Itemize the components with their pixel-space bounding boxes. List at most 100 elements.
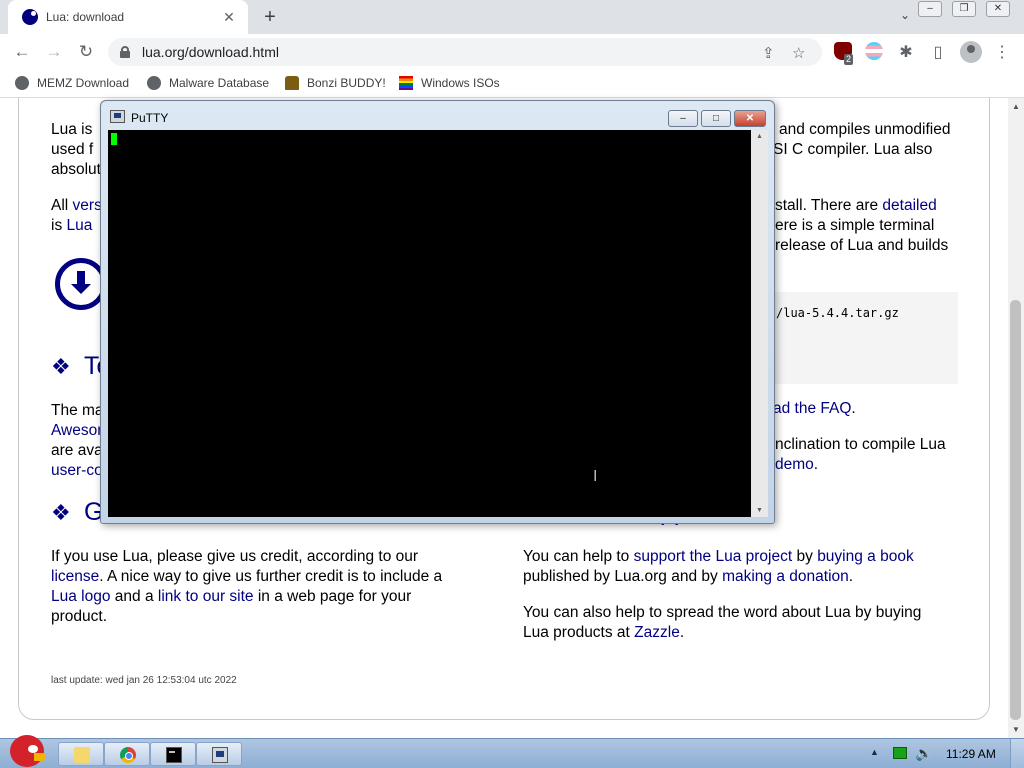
scrollbar-thumb[interactable] [1010,300,1021,720]
browser-close-button[interactable]: ✕ [986,1,1010,17]
side-panel-icon[interactable]: ▯ [928,42,948,62]
awesome-lua-link[interactable]: Awesor [51,421,102,441]
putty-minimize-button[interactable]: – [668,110,698,127]
intro-paragraph-line: absolut [51,161,101,178]
bookmark-label: Windows ISOs [421,76,500,90]
text-fragment: . [813,456,819,473]
start-button[interactable] [4,731,50,768]
putty-window-title: PuTTY [131,111,169,125]
text-fragment: Lua is [51,121,93,138]
browser-minimize-button[interactable]: – [918,1,942,17]
text-fragment: All [51,197,69,214]
taskbar-cmd-button[interactable] [150,742,196,766]
text-fragment: is [51,217,63,234]
bookmark-memz-download[interactable]: MEMZ Download [15,76,129,90]
menu-kebab-icon[interactable]: ⋮ [992,42,1012,62]
angry-bird-start-icon [10,735,44,767]
user-contributed-link[interactable]: user-co [51,461,103,481]
browser-tab-lua-download[interactable]: Lua: download ✕ [8,0,248,34]
trans-flag-extension-icon[interactable] [865,42,883,60]
page-scrollbar[interactable]: ▲ ▼ [1008,98,1024,738]
versions-link[interactable]: vers [73,197,102,214]
browser-restore-button[interactable]: ❐ [952,1,976,17]
faq-link[interactable]: ad the FAQ [773,400,851,417]
text-fragment: in a web page for your [257,588,412,605]
bookmarks-bar: MEMZ Download Malware Database Bonzi BUD… [0,70,1024,98]
text-fragment: . [679,624,685,641]
taskbar-explorer-button[interactable] [58,742,104,766]
lua-link[interactable]: Lua [67,217,93,234]
versions-paragraph-line: stall. There are detailed [775,196,937,216]
scroll-down-arrow-icon[interactable]: ▼ [1012,725,1020,734]
bird-beak [34,753,46,761]
taskbar-chrome-button[interactable] [104,742,150,766]
lua-logo-link[interactable]: Lua logo [51,588,110,605]
text-fragment: . [848,568,854,585]
terminal-scrollbar[interactable]: ▲ ▼ [751,130,768,517]
network-icon[interactable] [893,747,907,759]
last-update-footer: last update: wed jan 26 12:53:04 utc 202… [51,675,237,686]
forward-arrow-icon[interactable]: → [44,42,64,62]
zazzle-link[interactable]: Zazzle [634,624,680,641]
lua-favicon-icon [22,9,38,25]
intro-paragraph-line: SI C compiler. Lua also [773,141,933,158]
volume-icon[interactable]: 🔊 [915,745,932,762]
terminal-area[interactable]: I [108,130,751,517]
donation-link[interactable]: making a donation [722,568,849,585]
bookmark-malware-database[interactable]: Malware Database [147,76,269,90]
text-fragment: You can help to [523,548,630,565]
url-text[interactable]: lua.org/download.html [142,44,279,60]
tray-expand-arrow-icon[interactable]: ▲ [870,747,879,757]
putty-window[interactable]: PuTTY – □ ✕ I ▲ ▼ [100,100,775,524]
text-fragment: Lua products at [523,624,630,641]
tab-close-icon[interactable]: ✕ [220,9,238,26]
profile-avatar[interactable] [960,41,982,63]
intro-paragraph-line: Lua is [51,120,92,140]
text-fragment: and a [114,588,154,605]
text-fragment: published by Lua.org and by [523,568,718,585]
diamond-bullet-icon: ❖ [51,354,71,379]
bird-eye [28,745,38,753]
taskbar-putty-button[interactable] [196,742,242,766]
back-arrow-icon[interactable]: ← [12,42,32,62]
extensions-puzzle-icon[interactable]: ✱ [896,42,916,62]
putty-close-button[interactable]: ✕ [734,110,766,127]
terminal-scroll-down-icon[interactable]: ▼ [756,507,763,514]
bookmark-windows-isos[interactable]: Windows ISOs [399,76,500,90]
detailed-link[interactable]: detailed [882,197,936,214]
buying-book-link[interactable]: buying a book [817,548,914,565]
tools-paragraph-line: ad the FAQ. [773,399,856,419]
text-fragment: by [796,548,813,565]
putty-app-icon[interactable] [110,110,125,123]
tools-paragraph-line: The ma [51,402,104,419]
system-clock[interactable]: 11:29 AM [946,747,996,761]
tab-strip: Lua: download ✕ + ⌄ – ❐ ✕ [0,0,1024,34]
terminal-scroll-up-icon[interactable]: ▲ [756,133,763,140]
tab-title: Lua: download [46,10,125,24]
share-icon[interactable]: ⇪ [762,44,775,62]
new-tab-button[interactable]: + [258,6,282,28]
license-link[interactable]: license [51,568,99,585]
reload-icon[interactable]: ↻ [76,42,96,62]
support-paragraph-line: Lua products at Zazzle. [523,623,684,643]
lock-icon[interactable] [120,46,130,58]
bookmark-bonzi-buddy[interactable]: Bonzi BUDDY! [285,76,386,90]
diamond-bullet-icon: ❖ [51,500,71,525]
putty-maximize-button[interactable]: □ [701,110,731,127]
intro-paragraph-line: used f [51,141,94,158]
browser-window-controls: – ❐ ✕ [908,1,1010,17]
versions-paragraph-line: ere is a simple terminal [775,217,935,234]
link-to-site-link[interactable]: link to our site [158,588,254,605]
bookmark-star-icon[interactable]: ☆ [792,44,805,62]
text-fragment: . A nice way to give us further credit i… [99,568,443,585]
credit-paragraph-line: If you use Lua, please give us credit, a… [51,548,419,565]
demo-link[interactable]: demo [775,456,814,473]
putty-icon [212,747,228,763]
address-bar[interactable]: lua.org/download.html ⇪ ☆ [108,38,822,66]
scroll-up-arrow-icon[interactable]: ▲ [1012,102,1020,111]
support-project-link[interactable]: support the Lua project [634,548,793,565]
versions-paragraph-line: is Lua [51,216,92,236]
bookmark-label: Malware Database [169,76,270,90]
show-desktop-button[interactable] [1010,739,1024,768]
versions-paragraph-line: release of Lua and builds [775,237,949,254]
